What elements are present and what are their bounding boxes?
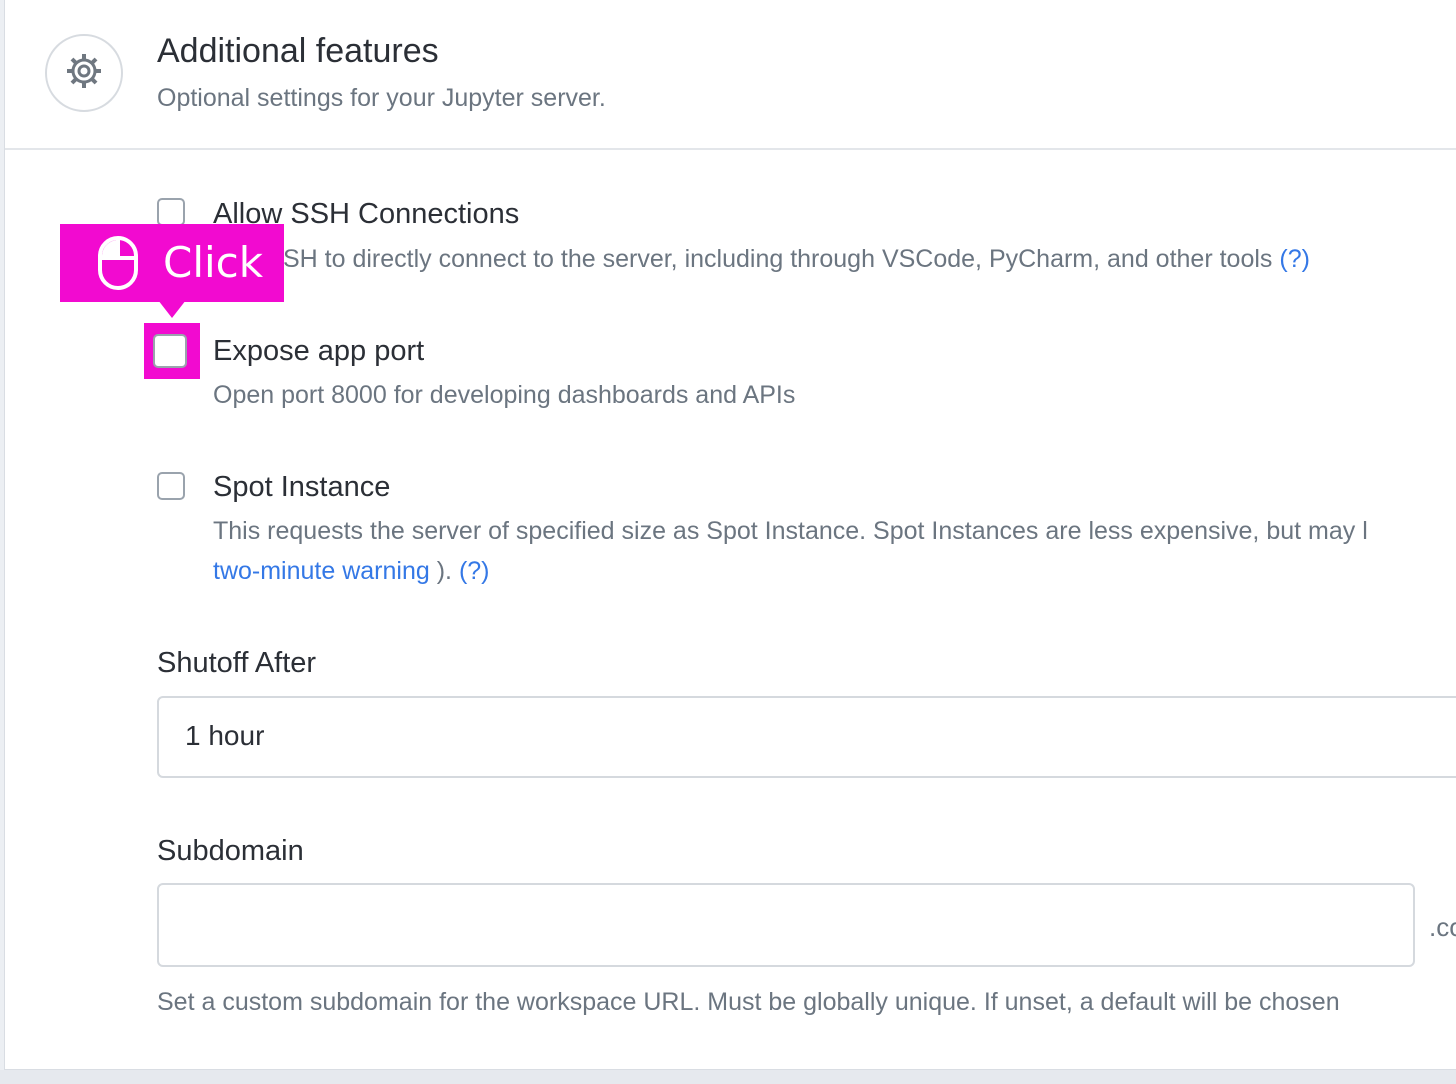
additional-features-card: Additional features Optional settings fo… [4, 0, 1456, 1070]
click-annotation-label: Click [163, 238, 264, 287]
spot-after-link-text: ). [429, 557, 452, 585]
spot-instance-desc: This requests the server of specified si… [213, 517, 1368, 545]
expose-app-port-title: Expose app port [213, 335, 425, 367]
shutoff-label: Shutoff After [157, 647, 317, 679]
two-minute-warning-link[interactable]: two-minute warning [213, 557, 430, 585]
subdomain-input[interactable] [157, 883, 1415, 967]
ssh-option-desc: SH to directly connect to the server, in… [283, 245, 1310, 274]
gear-icon [64, 51, 104, 96]
click-annotation-pointer [158, 300, 186, 318]
spot-help-link[interactable]: (?) [459, 557, 490, 585]
highlighted-checkbox[interactable] [153, 334, 187, 368]
spot-instance-checkbox[interactable] [157, 472, 185, 500]
ssh-help-link[interactable]: (?) [1279, 245, 1310, 273]
section-title: Additional features [157, 32, 439, 70]
subdomain-suffix: .co [1429, 912, 1456, 942]
spot-instance-title: Spot Instance [213, 471, 391, 503]
subdomain-label: Subdomain [157, 835, 304, 867]
gear-icon-circle [45, 34, 123, 112]
subdomain-help-text: Set a custom subdomain for the workspace… [157, 988, 1340, 1016]
shutoff-select[interactable]: 1 hour [157, 696, 1456, 778]
spot-instance-desc-line2: two-minute warning ). (?) [213, 557, 490, 586]
shutoff-selected-value: 1 hour [185, 720, 265, 751]
ssh-desc-text: SH to directly connect to the server, in… [283, 245, 1273, 273]
click-annotation-badge: Click [60, 224, 284, 302]
page-bottom-strip [0, 1070, 1456, 1084]
ssh-checkbox[interactable] [157, 198, 185, 226]
expose-app-port-desc: Open port 8000 for developing dashboards… [213, 381, 796, 409]
mouse-icon [98, 236, 138, 295]
section-header: Additional features Optional settings fo… [5, 0, 1456, 150]
section-subtitle: Optional settings for your Jupyter serve… [157, 84, 606, 112]
click-target-highlight [144, 323, 200, 379]
